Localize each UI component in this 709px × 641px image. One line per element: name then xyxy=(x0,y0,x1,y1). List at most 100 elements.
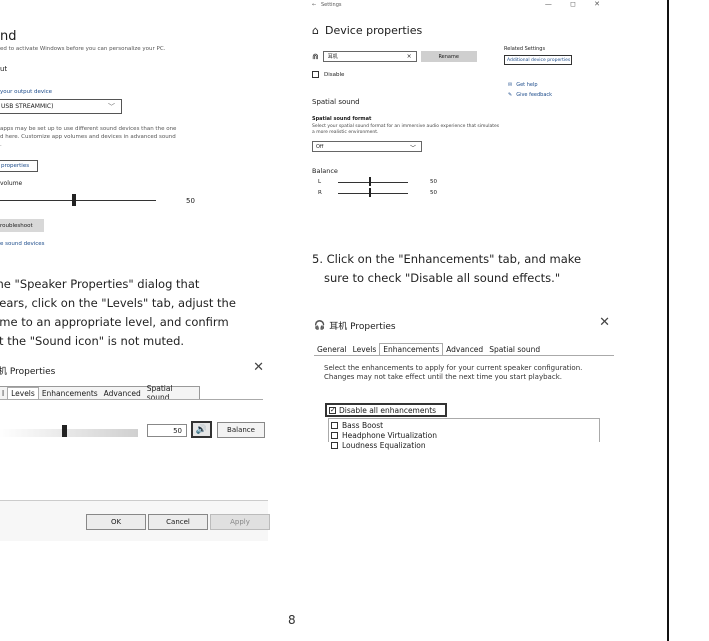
spatial-format-select[interactable]: Off ﹀ xyxy=(312,141,422,152)
volume-slider-thumb[interactable] xyxy=(72,194,76,206)
choose-output-label: your output device xyxy=(0,89,53,95)
tab-general[interactable]: General xyxy=(314,344,350,355)
cancel-button[interactable]: Cancel xyxy=(148,514,208,530)
disable-all-label: Disable all enhancements xyxy=(339,405,437,415)
rename-button[interactable]: Rename xyxy=(420,51,477,62)
list-item-loudness-equalization[interactable]: Loudness Equalization xyxy=(331,441,426,450)
list-item-bass-boost[interactable]: Bass Boost xyxy=(331,421,383,430)
tab-enhancements[interactable]: Enhancements xyxy=(39,388,101,399)
output-device-select[interactable]: USB STREAMMIC) ﹀ xyxy=(0,99,122,114)
output-device-value: USB STREAMMIC) xyxy=(1,103,54,110)
levels-panel xyxy=(0,399,263,495)
list-item-label: Loudness Equalization xyxy=(342,441,426,450)
balance-right-slider[interactable] xyxy=(338,193,408,194)
balance-right-thumb[interactable] xyxy=(369,188,371,197)
additional-device-properties-link[interactable]: Additional device properties xyxy=(504,55,572,65)
headphone-icon: 🎧 xyxy=(314,320,326,331)
instruction-line: 5. Click on the "Enhancements" tab, and … xyxy=(312,252,582,266)
volume-value: 50 xyxy=(186,197,195,205)
enhancements-description: Select the enhancements to apply for you… xyxy=(324,364,583,381)
instruction-line: the "Speaker Properties" dialog that xyxy=(0,277,200,291)
disable-all-enhancements-checkbox[interactable]: ✓ Disable all enhancements xyxy=(325,403,447,417)
balance-left-thumb[interactable] xyxy=(369,177,371,186)
instruction-line: ume to an appropriate level, and confirm xyxy=(0,315,229,329)
device-properties-link[interactable]: properties xyxy=(0,160,38,172)
balance-left-row: L 50 xyxy=(318,177,437,186)
close-icon[interactable]: ✕ xyxy=(599,315,610,330)
device-name-input[interactable]: 耳机 × xyxy=(322,51,417,62)
manage-sound-devices-link[interactable]: e sound devices xyxy=(0,241,45,247)
description-line: . xyxy=(0,142,2,148)
balance-left-slider[interactable] xyxy=(338,182,408,183)
apply-button[interactable]: Apply xyxy=(210,514,270,530)
device-name-row: ⋒ 耳机 × Rename xyxy=(312,51,477,62)
output-heading: ut xyxy=(0,65,8,73)
chevron-down-icon: ﹀ xyxy=(108,103,115,111)
step-5-instructions: 5. Click on the "Enhancements" tab, and … xyxy=(312,250,642,288)
dialog-title-text: 耳机 Properties xyxy=(329,322,396,332)
spatial-format-description: Select your spatial sound format for an … xyxy=(312,124,500,135)
master-volume-label: volume xyxy=(0,180,23,187)
back-arrow-icon[interactable]: ← xyxy=(312,2,316,8)
home-icon: ⌂ xyxy=(312,24,319,37)
tab-levels[interactable]: Levels xyxy=(7,387,39,399)
sound-settings-title: nd xyxy=(0,29,17,44)
balance-button[interactable]: Balance xyxy=(217,422,265,438)
settings-breadcrumb: ← Settings xyxy=(312,2,342,8)
clear-icon[interactable]: × xyxy=(407,53,412,60)
balance-right-row: R 50 xyxy=(318,188,437,197)
checkbox-checked-icon[interactable]: ✓ xyxy=(329,406,336,414)
page-number: 8 xyxy=(288,613,296,627)
dialog-title: 🎧 耳机 Properties xyxy=(314,319,396,333)
tab-advanced[interactable]: Advanced xyxy=(443,344,486,355)
feedback-icon: ✎ xyxy=(508,92,513,98)
instruction-line: pears, click on the "Levels" tab, adjust… xyxy=(0,296,236,310)
tab-spatial-sound[interactable]: Spatial sound xyxy=(486,344,543,355)
level-slider-thumb[interactable] xyxy=(62,425,67,437)
speaker-icon: 🔊 xyxy=(195,424,208,435)
page-border xyxy=(667,0,669,641)
device-properties-window: ← Settings — ◻ ✕ ⌂ Device properties ⋒ 耳… xyxy=(312,0,612,215)
output-description: apps may be set up to use different soun… xyxy=(0,125,210,149)
disable-checkbox-row[interactable]: Disable xyxy=(312,71,344,78)
spatial-format-value: Off xyxy=(316,143,324,150)
balance-right-label: R xyxy=(318,190,322,196)
give-feedback-link[interactable]: ✎ Give feedback xyxy=(508,92,552,98)
balance-left-value: 50 xyxy=(430,179,437,185)
volume-slider-track[interactable] xyxy=(0,200,156,201)
tab-advanced[interactable]: Advanced xyxy=(101,388,144,399)
get-help-link[interactable]: ✉ Get help xyxy=(508,82,538,88)
related-settings-heading: Related Settings xyxy=(504,46,546,52)
checkbox[interactable] xyxy=(331,422,338,429)
description-line: d here. Customize app volumes and device… xyxy=(0,134,176,140)
step-4-instructions: the "Speaker Properties" dialog that pea… xyxy=(0,275,272,351)
checkbox[interactable] xyxy=(331,442,338,449)
list-item-headphone-virtualization[interactable]: Headphone Virtualization xyxy=(331,431,437,440)
device-name-value: 耳机 xyxy=(327,54,338,60)
level-slider[interactable] xyxy=(0,429,138,437)
chevron-down-icon: ﹀ xyxy=(409,145,416,152)
spatial-format-label: Spatial sound format xyxy=(312,116,372,122)
balance-heading: Balance xyxy=(312,167,338,175)
list-item-label: Bass Boost xyxy=(342,421,384,430)
disable-label: Disable xyxy=(324,71,345,78)
speaker-mute-button[interactable]: 🔊 xyxy=(191,421,212,438)
speaker-properties-dialog-levels: 机 Properties ✕ l Levels Enhancements Adv… xyxy=(0,360,270,541)
instruction-line: sure to check "Disable all sound effects… xyxy=(324,271,561,285)
ok-button[interactable]: OK xyxy=(86,514,146,530)
page-title: ⌂ Device properties xyxy=(312,24,422,37)
tab-enhancements[interactable]: Enhancements xyxy=(379,343,444,355)
tab-general[interactable]: l xyxy=(0,388,7,399)
balance-right-value: 50 xyxy=(430,190,437,196)
tab-levels[interactable]: Levels xyxy=(350,344,380,355)
level-value-input[interactable]: 50 xyxy=(147,424,187,437)
window-controls[interactable]: — ◻ ✕ xyxy=(545,0,608,8)
list-item-label: Headphone Virtualization xyxy=(342,431,437,440)
troubleshoot-button[interactable]: roubleshoot xyxy=(0,219,44,232)
close-icon[interactable]: ✕ xyxy=(253,360,264,375)
checkbox[interactable] xyxy=(331,432,338,439)
disable-checkbox[interactable] xyxy=(312,71,319,78)
get-help-label: Get help xyxy=(516,82,538,88)
description-line: apps may be set up to use different soun… xyxy=(0,126,177,132)
app-name: Settings xyxy=(320,2,342,8)
